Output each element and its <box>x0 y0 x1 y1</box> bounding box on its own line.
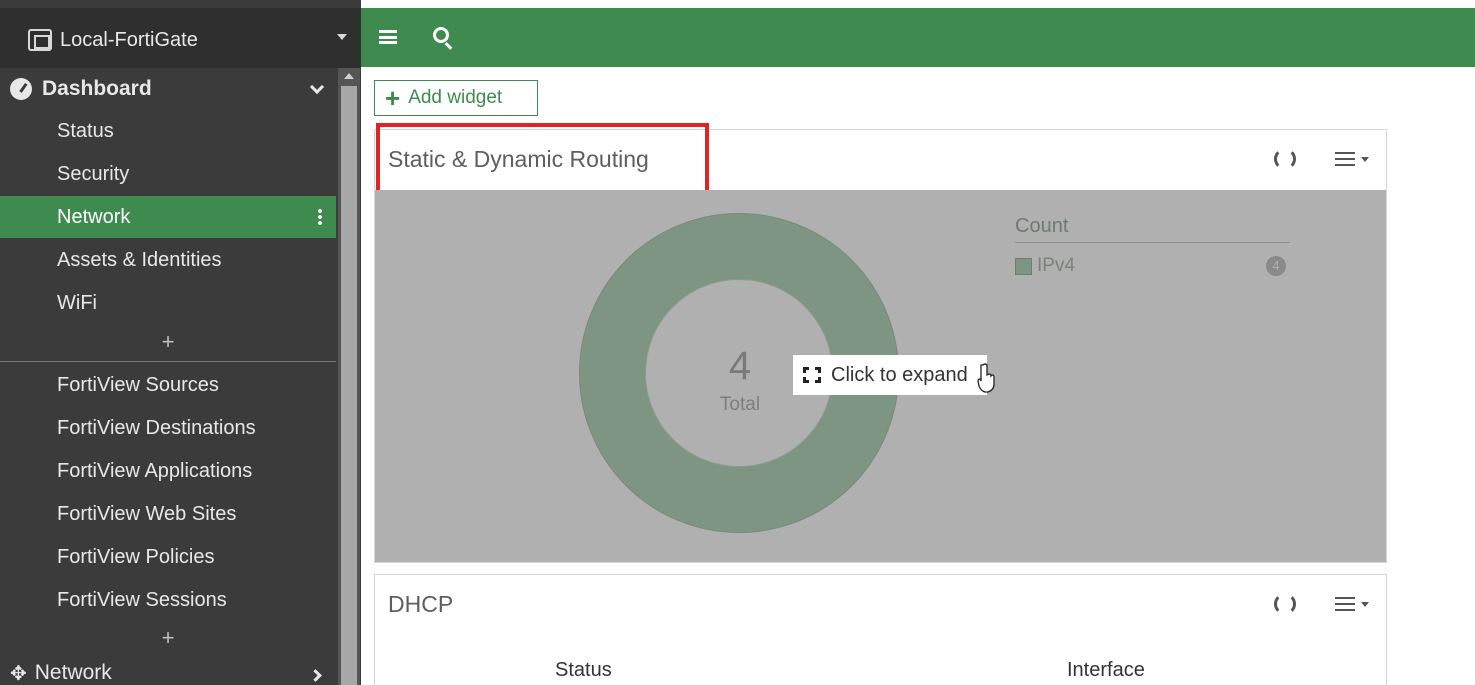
legend-swatch <box>1015 257 1032 275</box>
main-content: + Add widget Static & Dynamic Routing 4 … <box>361 67 1475 685</box>
sidebar-item-label: Security <box>57 162 130 185</box>
widget-title: DHCP <box>388 591 454 617</box>
sidebar-scrollbar[interactable] <box>338 68 360 685</box>
sidebar-item-label: Dashboard <box>42 77 152 100</box>
legend-header: Count <box>1015 215 1290 243</box>
sidebar-item-label: FortiView Sources <box>57 373 219 396</box>
widget-menu-icon[interactable] <box>1335 597 1369 611</box>
sidebar: Local-FortiGate Dashboard Status Securit… <box>0 0 361 685</box>
column-header-interface[interactable]: Interface <box>1067 659 1145 682</box>
sidebar-item-fortiview-sources[interactable]: FortiView Sources <box>0 364 336 406</box>
donut-total-label: Total <box>719 394 761 415</box>
top-bar <box>361 8 1475 67</box>
kebab-menu-icon[interactable] <box>318 208 322 226</box>
fortigate-device-icon <box>28 29 52 51</box>
chevron-right-icon <box>309 669 322 682</box>
refresh-icon[interactable] <box>1274 148 1296 170</box>
move-arrows-icon: ✥ <box>10 662 27 685</box>
sidebar-item-label: FortiView Web Sites <box>57 502 237 525</box>
menu-icon[interactable] <box>379 30 397 44</box>
widget-title: Static & Dynamic Routing <box>388 146 649 172</box>
sidebar-item-label: Network <box>57 205 131 228</box>
sidebar-item-assets-identities[interactable]: Assets & Identities <box>0 239 336 281</box>
sidebar-item-label: FortiView Applications <box>57 459 253 482</box>
sidebar-item-network-dashboard[interactable]: Network <box>0 196 336 238</box>
sidebar-item-label: WiFi <box>57 291 97 314</box>
sidebar-item-status[interactable]: Status <box>0 110 336 152</box>
routing-widget: Static & Dynamic Routing 4 Total Count I… <box>374 123 1387 563</box>
legend-count-badge: 4 <box>1266 256 1286 276</box>
legend-item-ipv4[interactable]: IPv4 4 <box>1015 253 1290 279</box>
legend-label: IPv4 <box>1037 255 1076 276</box>
sidebar-item-label: FortiView Destinations <box>57 416 256 439</box>
refresh-icon[interactable] <box>1274 593 1296 615</box>
widget-header: Static & Dynamic Routing <box>375 130 1386 188</box>
sidebar-item-dashboard[interactable]: Dashboard <box>0 68 336 110</box>
add-widget-label: Add widget <box>408 87 503 108</box>
sidebar-item-label: FortiView Policies <box>57 545 215 568</box>
caret-down-icon[interactable] <box>337 34 347 40</box>
device-name: Local-FortiGate <box>60 28 198 51</box>
sidebar-item-network[interactable]: ✥ Network <box>0 655 336 685</box>
sidebar-item-fortiview-web-sites[interactable]: FortiView Web Sites <box>0 493 336 535</box>
add-widget-button[interactable]: + Add widget <box>374 80 538 116</box>
expand-icon <box>803 367 821 383</box>
search-icon[interactable] <box>433 27 449 43</box>
column-header-status[interactable]: Status <box>555 659 612 682</box>
scroll-up-icon[interactable] <box>344 73 354 79</box>
sidebar-item-security[interactable]: Security <box>0 153 336 195</box>
add-dashboard-button[interactable]: + <box>0 324 336 360</box>
hand-cursor-icon <box>977 363 995 393</box>
sidebar-item-label: FortiView Sessions <box>57 588 227 611</box>
sidebar-item-fortiview-destinations[interactable]: FortiView Destinations <box>0 407 336 449</box>
widget-menu-icon[interactable] <box>1335 152 1369 166</box>
expand-tooltip-text: Click to expand <box>831 363 968 386</box>
expand-tooltip[interactable]: Click to expand <box>793 355 987 395</box>
device-selector[interactable]: Local-FortiGate <box>28 25 318 55</box>
sidebar-item-wifi[interactable]: WiFi <box>0 282 336 324</box>
sidebar-divider <box>0 361 336 362</box>
sidebar-item-label: Assets & Identities <box>57 248 222 271</box>
sidebar-item-fortiview-applications[interactable]: FortiView Applications <box>0 450 336 492</box>
chevron-down-icon <box>309 79 325 95</box>
dashboard-icon <box>10 78 32 100</box>
sidebar-item-fortiview-policies[interactable]: FortiView Policies <box>0 536 336 578</box>
sidebar-item-label: Status <box>57 119 114 142</box>
widget-header: DHCP <box>375 575 1386 633</box>
plus-icon: + <box>385 83 401 113</box>
dhcp-widget: DHCP Status Interface <box>374 574 1387 685</box>
add-fortiview-button[interactable]: + <box>0 620 336 656</box>
sidebar-item-fortiview-sessions[interactable]: FortiView Sessions <box>0 579 336 621</box>
scrollbar-thumb[interactable] <box>341 86 357 685</box>
sidebar-item-label: Network <box>34 661 112 684</box>
widget-body[interactable]: 4 Total Count IPv4 4 Click to expand <box>375 190 1386 562</box>
